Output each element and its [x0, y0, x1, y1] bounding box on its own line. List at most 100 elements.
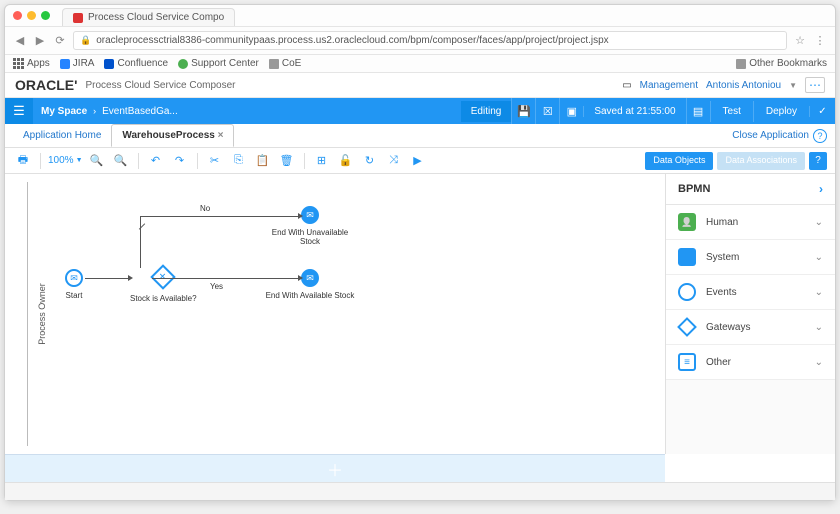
events-icon [678, 283, 696, 301]
add-lane-button[interactable]: ＋ [5, 454, 665, 482]
bookmark-confluence[interactable]: Confluence [104, 58, 168, 69]
tab-title: Process Cloud Service Compo [88, 12, 224, 23]
support-icon [178, 59, 188, 69]
no-label: No [200, 204, 210, 213]
data-objects-button[interactable]: Data Objects [645, 152, 713, 170]
gateway-node[interactable]: Stock is Available? [130, 268, 197, 303]
end-unavail-label: End With Unavailable Stock [265, 228, 355, 246]
paste-button[interactable]: 📋 [253, 152, 273, 170]
redo-button[interactable]: ↷ [170, 152, 190, 170]
message-end-icon [301, 206, 319, 224]
bookmark-support[interactable]: Support Center [178, 58, 259, 69]
zoom-out-button[interactable]: 🔍 [111, 152, 131, 170]
start-label: Start [65, 291, 83, 300]
minimize-window-icon[interactable] [27, 11, 36, 20]
apps-shortcut[interactable]: Apps [13, 58, 50, 69]
chevron-down-icon: ▼ [789, 81, 797, 90]
close-window-icon[interactable] [13, 11, 22, 20]
grid-button[interactable]: ⊞ [312, 152, 332, 170]
bpmn-palette: BPMN › Human ⌄ System ⌄ Events ⌄ [665, 174, 835, 454]
undo-button[interactable]: ↶ [146, 152, 166, 170]
palette-item-gateways[interactable]: Gateways ⌄ [666, 310, 835, 345]
editing-label: Editing [461, 101, 512, 122]
message-start-icon [65, 269, 83, 287]
data-associations-button[interactable]: Data Associations [717, 152, 805, 170]
saved-status: Saved at 21:55:00 [583, 106, 685, 117]
chevron-down-icon: ⌄ [815, 252, 823, 263]
copy-button[interactable]: ⎘ [229, 152, 249, 170]
zoom-in-button[interactable]: 🔍 [87, 152, 107, 170]
flow-start-to-gateway [85, 278, 130, 279]
oracle-logo: ORACLE' [15, 77, 77, 93]
tab-favicon-icon [73, 13, 83, 23]
end-available-node[interactable]: End With Available Stock [265, 269, 355, 300]
snapshot-button[interactable]: ▤ [686, 98, 710, 124]
refresh-button[interactable]: ↻ [360, 152, 380, 170]
gateway-icon [677, 317, 697, 337]
star-button[interactable]: ☆ [793, 34, 807, 48]
system-task-icon [678, 248, 696, 266]
forward-button[interactable]: ▶ [33, 34, 47, 48]
palette-item-other[interactable]: Other ⌄ [666, 345, 835, 380]
overflow-menu-button[interactable]: ⋯ [805, 77, 825, 93]
window-controls[interactable] [5, 5, 58, 26]
start-event-node[interactable]: Start [65, 269, 83, 300]
reload-button[interactable]: ⟳ [53, 34, 67, 48]
yes-label: Yes [210, 282, 223, 291]
apps-grid-icon [13, 58, 24, 69]
close-application-link[interactable]: Close Application [732, 130, 809, 141]
management-link[interactable]: Management [640, 80, 698, 91]
chevron-down-icon: ⌄ [815, 287, 823, 298]
status-bar [5, 482, 835, 500]
zoom-dropdown[interactable]: 100% ▼ [48, 155, 83, 166]
toolbar-help-button[interactable]: ? [809, 152, 827, 170]
chevron-right-icon: › [93, 106, 96, 116]
lock-button[interactable]: 🔓 [336, 152, 356, 170]
end-avail-label: End With Available Stock [265, 291, 355, 300]
close-tab-icon[interactable]: × [218, 130, 224, 141]
cut-button[interactable]: ✂ [205, 152, 225, 170]
bookmark-jira[interactable]: JIRA [60, 58, 95, 69]
save-button[interactable]: 💾 [511, 98, 535, 124]
arrow-icon [128, 275, 133, 281]
validate-button[interactable]: ✓ [809, 106, 835, 117]
shuffle-button[interactable]: ⤨ [384, 152, 404, 170]
chevron-down-icon: ⌄ [815, 357, 823, 368]
folder-icon [269, 59, 279, 69]
play-button[interactable]: ▶ [408, 152, 428, 170]
test-button[interactable]: Test [710, 101, 753, 122]
swimlane-label: Process Owner [37, 283, 47, 345]
address-bar[interactable]: 🔒 oracleprocessctrial8386-communitypaas.… [73, 31, 787, 50]
discard-button[interactable]: ☒ [535, 98, 559, 124]
hamburger-button[interactable]: ☰ [5, 98, 33, 124]
process-canvas[interactable]: Process Owner Start Stock is Available? … [5, 174, 665, 454]
deploy-button[interactable]: Deploy [753, 101, 809, 122]
palette-item-human[interactable]: Human ⌄ [666, 205, 835, 240]
chevron-down-icon: ⌄ [815, 322, 823, 333]
delete-button[interactable]: 🗑 [277, 152, 297, 170]
breadcrumb-item[interactable]: EventBasedGa... [102, 106, 178, 117]
end-unavailable-node[interactable]: End With Unavailable Stock [265, 206, 355, 246]
arrow-icon [298, 213, 303, 219]
maximize-window-icon[interactable] [41, 11, 50, 20]
confluence-icon [104, 59, 114, 69]
lock-icon: 🔒 [80, 35, 91, 46]
tab-application-home[interactable]: Application Home [13, 125, 111, 146]
help-button[interactable]: ? [813, 129, 827, 143]
palette-item-system[interactable]: System ⌄ [666, 240, 835, 275]
bookmark-coe[interactable]: CoE [269, 58, 301, 69]
user-menu[interactable]: Antonis Antoniou [706, 80, 781, 91]
palette-header[interactable]: BPMN › [666, 174, 835, 205]
print-button[interactable]: 🖶 [13, 152, 33, 170]
jira-icon [60, 59, 70, 69]
palette-item-events[interactable]: Events ⌄ [666, 275, 835, 310]
back-button[interactable]: ◀ [13, 34, 27, 48]
browser-tab[interactable]: Process Cloud Service Compo [62, 8, 235, 26]
menu-button[interactable]: ⋮ [813, 34, 827, 48]
other-bookmarks[interactable]: Other Bookmarks [736, 58, 827, 69]
breadcrumb-root[interactable]: My Space [41, 106, 87, 117]
chevron-down-icon: ⌄ [815, 217, 823, 228]
tab-warehouse-process[interactable]: WarehouseProcess × [111, 124, 234, 147]
message-end-icon [301, 269, 319, 287]
publish-button[interactable]: ▣ [559, 98, 583, 124]
